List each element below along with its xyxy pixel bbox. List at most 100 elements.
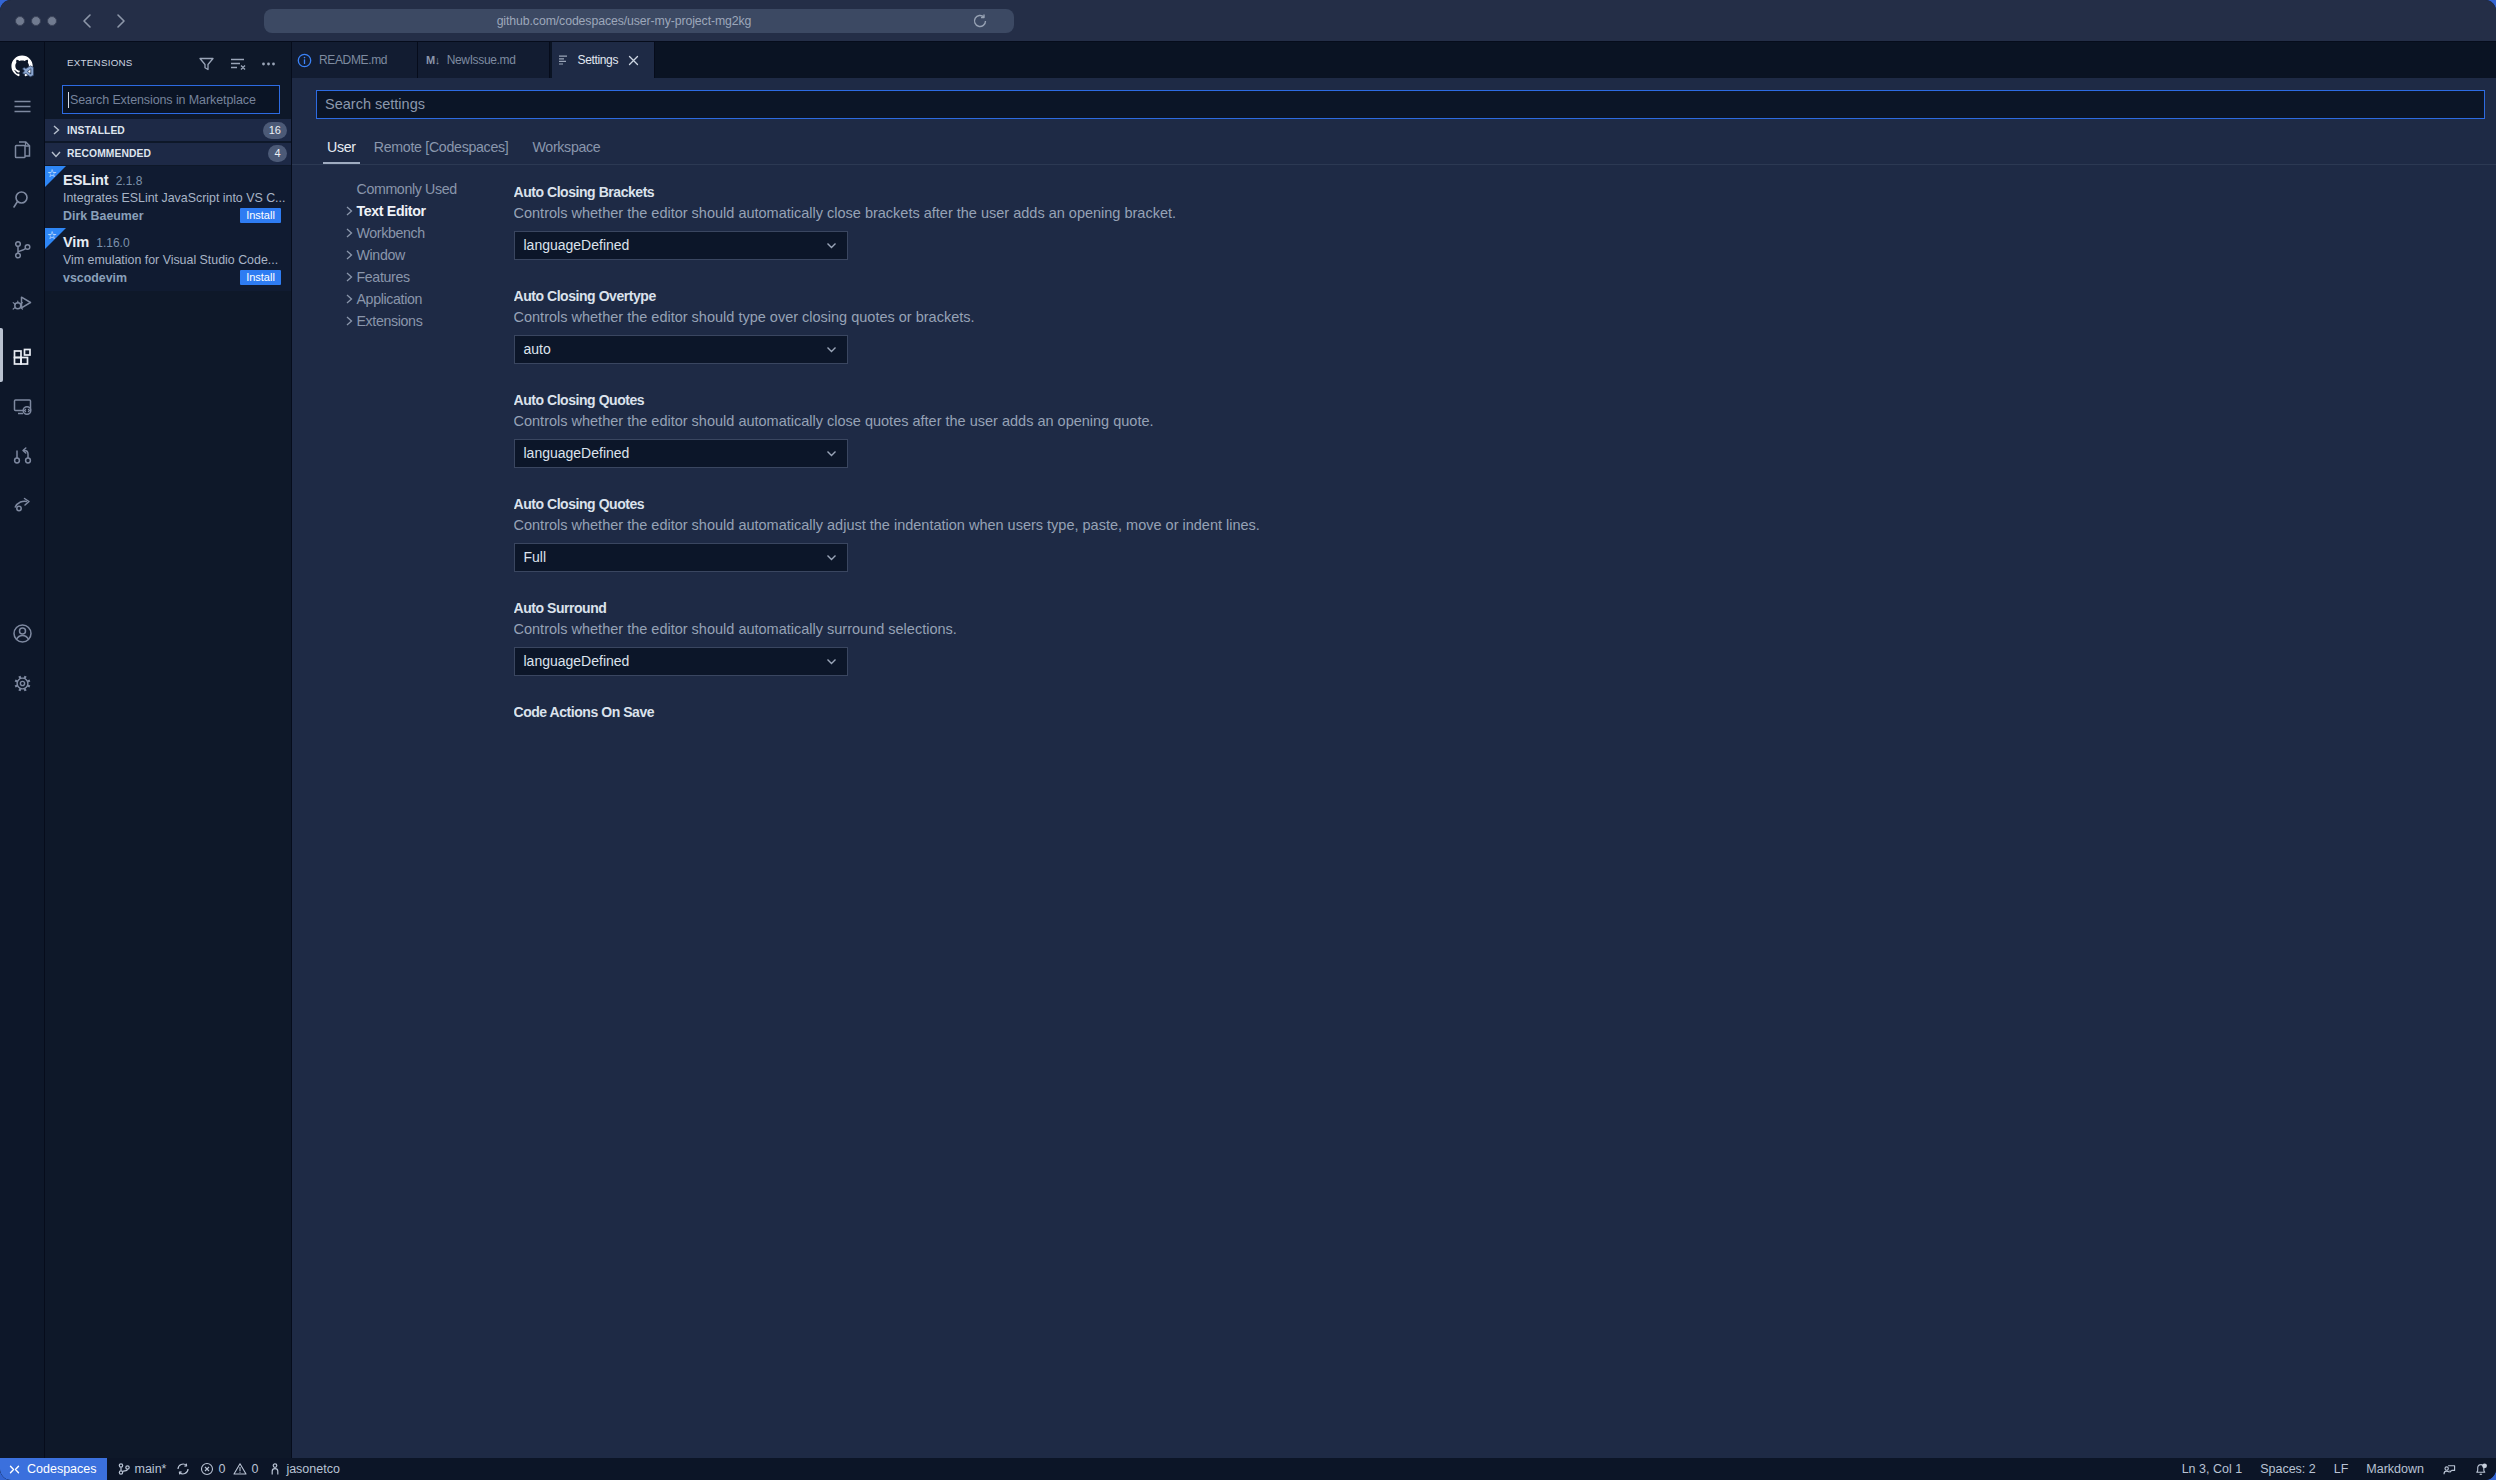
extension-item-vim[interactable]: ☆ Vim1.16.0 Vim emulation for Visual Stu… — [45, 228, 292, 291]
close-window-button[interactable] — [15, 16, 26, 27]
settings-gear-icon[interactable] — [0, 663, 45, 703]
chevron-down-icon — [824, 342, 839, 357]
search-icon[interactable] — [0, 179, 45, 219]
remote-explorer-icon[interactable] — [0, 386, 45, 426]
toc-features[interactable]: Features — [342, 266, 410, 288]
chevron-down-icon — [824, 446, 839, 461]
chevron-down-icon — [49, 147, 65, 161]
chevron-right-icon — [342, 292, 357, 306]
setting-title: Auto Closing Brackets — [514, 182, 655, 202]
text-cursor — [68, 92, 69, 108]
scope-workspace[interactable]: Workspace — [532, 132, 600, 164]
extension-name: ESLint — [63, 172, 109, 188]
tab-readme[interactable]: README.md — [292, 42, 418, 78]
tab-newissue[interactable]: M↓ NewIssue.md — [418, 42, 550, 78]
editor-area: README.md M↓ NewIssue.md Settings Search… — [292, 42, 1248, 740]
setting-description: Controls whether the editor should autom… — [514, 515, 1249, 535]
info-icon — [297, 53, 312, 68]
extension-publisher: Dirk Baeumer — [63, 209, 144, 223]
source-control-icon[interactable] — [0, 229, 45, 269]
extension-description: Vim emulation for Visual Studio Code... — [63, 253, 278, 268]
toc-commonly-used[interactable]: Commonly Used — [342, 178, 457, 200]
setting-select[interactable]: languageDefined — [514, 647, 848, 676]
section-label: INSTALLED — [67, 125, 125, 136]
account-icon[interactable] — [0, 613, 45, 653]
reload-icon[interactable] — [972, 13, 988, 29]
extension-version: 2.1.8 — [116, 174, 143, 188]
toc-application[interactable]: Application — [342, 288, 423, 310]
sidebar-title: EXTENSIONS — [67, 55, 133, 71]
filter-icon[interactable] — [198, 55, 215, 76]
close-tab-icon[interactable] — [627, 54, 640, 67]
installed-count-badge: 16 — [263, 122, 287, 139]
setting-title: Auto Surround — [514, 598, 607, 618]
tab-label: README.md — [319, 53, 387, 67]
extensions-search-placeholder: Search Extensions in Marketplace — [70, 93, 256, 107]
run-debug-icon[interactable] — [0, 282, 45, 322]
active-view-indicator — [0, 328, 3, 382]
install-button[interactable]: Install — [240, 270, 281, 285]
settings-editor: Search settings User Remote [Codespaces]… — [292, 78, 1248, 740]
setting-description: Controls whether the editor should autom… — [514, 203, 1177, 223]
divider — [292, 164, 1248, 165]
activity-bar — [0, 42, 45, 740]
extensions-icon[interactable] — [0, 337, 45, 377]
setting-title: Code Actions On Save — [514, 702, 655, 722]
more-actions-icon[interactable] — [260, 55, 277, 76]
address-bar[interactable]: github.com/codespaces/user-my-project-mg… — [264, 9, 1014, 33]
setting-title: Auto Closing Overtype — [514, 286, 656, 306]
extension-name: Vim — [63, 234, 89, 250]
extension-item-eslint[interactable]: ☆ ESLint2.1.8 Integrates ESLint JavaScri… — [45, 166, 292, 228]
zoom-window-button[interactable] — [47, 16, 58, 27]
clear-extensions-icon[interactable] — [229, 55, 246, 76]
chevron-right-icon — [342, 270, 357, 284]
browser-window: github.com/codespaces/user-my-project-mg… — [0, 0, 1248, 740]
settings-editor-icon — [557, 53, 571, 67]
settings-search-input[interactable]: Search settings — [316, 90, 1248, 119]
extensions-search-input[interactable]: Search Extensions in Marketplace — [62, 85, 280, 114]
chevron-right-icon — [342, 226, 357, 240]
back-button[interactable] — [78, 11, 98, 31]
forward-button[interactable] — [110, 11, 130, 31]
github-logo-icon — [0, 46, 45, 86]
section-recommended[interactable]: RECOMMENDED 4 — [45, 143, 292, 165]
setting-title: Auto Closing Quotes — [514, 494, 645, 514]
extensions-sidebar: EXTENSIONS Search Extensions in Marketpl… — [45, 42, 292, 740]
chevron-down-icon — [824, 238, 839, 253]
setting-description: Controls whether the editor should autom… — [514, 619, 957, 639]
extension-version: 1.16.0 — [96, 236, 129, 250]
menu-icon[interactable] — [0, 86, 45, 126]
settings-scope-tabs: User Remote [Codespaces] Workspace — [327, 132, 600, 164]
scope-user[interactable]: User — [327, 132, 356, 164]
pull-requests-icon[interactable] — [0, 435, 45, 475]
explorer-icon[interactable] — [0, 129, 45, 169]
tab-settings[interactable]: Settings — [552, 42, 655, 78]
tab-label: NewIssue.md — [447, 53, 516, 67]
toc-workbench[interactable]: Workbench — [342, 222, 425, 244]
setting-select[interactable]: languageDefined — [514, 439, 848, 468]
section-label: RECOMMENDED — [67, 148, 151, 159]
settings-search-placeholder: Search settings — [325, 91, 425, 118]
tab-label: Settings — [578, 53, 619, 67]
setting-title: Auto Closing Quotes — [514, 390, 645, 410]
chevron-right-icon — [49, 123, 65, 137]
setting-select[interactable]: languageDefined — [514, 231, 848, 260]
toc-extensions[interactable]: Extensions — [342, 310, 423, 332]
install-button[interactable]: Install — [240, 208, 281, 223]
setting-description: Controls whether the editor should autom… — [514, 411, 1154, 431]
tab-bar: README.md M↓ NewIssue.md Settings — [292, 42, 1248, 78]
chevron-down-icon — [824, 654, 839, 669]
chevron-down-icon — [824, 550, 839, 565]
setting-select[interactable]: Full — [514, 543, 848, 572]
chevron-right-icon — [342, 248, 357, 262]
scope-remote[interactable]: Remote [Codespaces] — [374, 132, 509, 164]
toc-text-editor[interactable]: Text Editor — [342, 200, 426, 222]
url-text: github.com/codespaces/user-my-project-mg… — [264, 9, 984, 33]
live-share-icon[interactable] — [0, 484, 45, 524]
toc-window[interactable]: Window — [342, 244, 405, 266]
section-installed[interactable]: INSTALLED 16 — [45, 119, 292, 141]
chevron-right-icon — [342, 204, 357, 218]
recommended-count-badge: 4 — [268, 145, 287, 162]
minimize-window-button[interactable] — [31, 16, 42, 27]
setting-select[interactable]: auto — [514, 335, 848, 364]
